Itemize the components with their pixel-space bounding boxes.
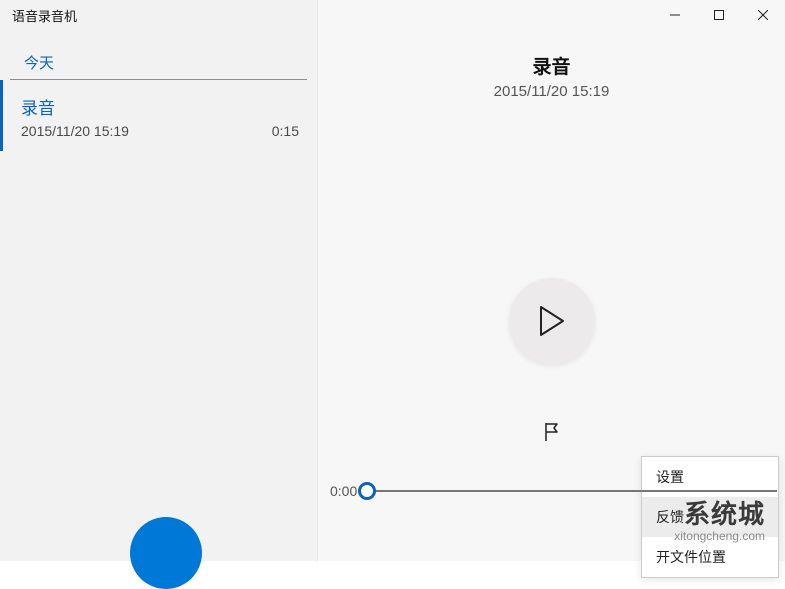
timeline-track[interactable] (367, 490, 777, 492)
main-panel: 录音 2015/11/20 15:19 设置 反馈 开文件位置 系统城 xito… (318, 0, 785, 561)
menu-open-file-location[interactable]: 开文件位置 (642, 537, 778, 577)
minimize-button[interactable] (653, 0, 697, 30)
recording-list-item[interactable]: 录音 2015/11/20 15:19 0:15 (0, 80, 317, 151)
timeline-thumb[interactable] (358, 482, 376, 500)
play-button[interactable] (509, 278, 595, 364)
detail-title: 录音 (318, 52, 785, 79)
sidebar: 语音录音机 今天 录音 2015/11/20 15:19 0:15 (0, 0, 318, 561)
section-today: 今天 (10, 30, 307, 80)
menu-feedback[interactable]: 反馈 (642, 497, 778, 537)
maximize-button[interactable] (697, 0, 741, 30)
recording-name: 录音 (21, 94, 299, 119)
close-button[interactable] (741, 0, 785, 30)
playback-timeline[interactable]: 0:00 (330, 483, 777, 499)
recording-datetime: 2015/11/20 15:19 (21, 123, 129, 139)
record-button[interactable] (130, 517, 202, 589)
flag-icon[interactable] (543, 422, 561, 447)
context-menu: 设置 反馈 开文件位置 (641, 456, 779, 578)
detail-datetime: 2015/11/20 15:19 (318, 83, 785, 100)
timeline-start-time: 0:00 (330, 483, 357, 499)
app-title: 语音录音机 (0, 0, 317, 30)
recording-duration: 0:15 (272, 123, 299, 139)
